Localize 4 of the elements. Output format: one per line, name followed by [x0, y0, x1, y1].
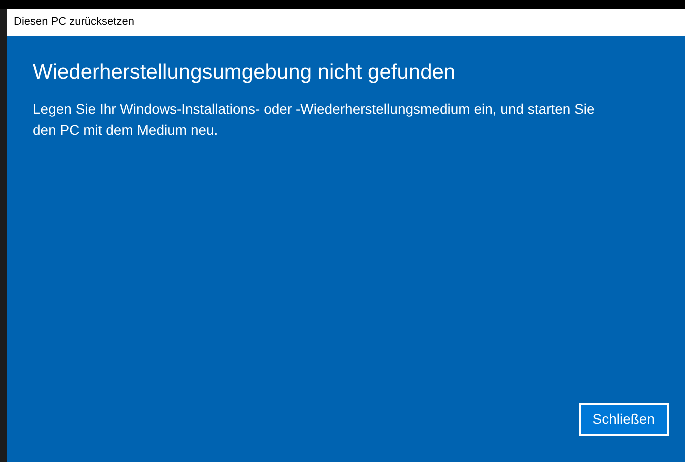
dialog-message: Legen Sie Ihr Windows-Installations- oder -Wiederherstellungsmedium ein, und starten Sie den PC mit dem Medium neu.: [33, 100, 596, 140]
close-button[interactable]: Schließen: [578, 403, 669, 436]
dialog-heading: Wiederherstellungsumgebung nicht gefunden: [33, 60, 457, 86]
window-title: Diesen PC zurücksetzen: [14, 15, 134, 30]
